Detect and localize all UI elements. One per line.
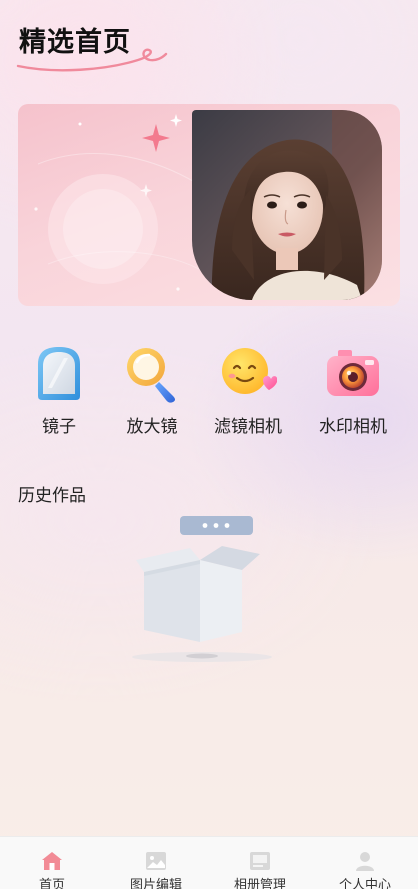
nav-item-home[interactable]: 首页 xyxy=(0,837,104,889)
tool-grid: 镜子 放大镜 滤镜相机 水印相机 xyxy=(0,340,418,440)
user-icon xyxy=(356,852,374,871)
camera-icon xyxy=(327,350,379,396)
nav-label: 个人中心 xyxy=(338,878,391,889)
nav-item-profile[interactable]: 个人中心 xyxy=(313,837,417,889)
bottom-nav: 首页 图片编辑 相册管理 个人中心 xyxy=(0,836,418,889)
banner[interactable] xyxy=(18,104,400,306)
nav-label: 首页 xyxy=(38,878,65,889)
magnifier-icon xyxy=(127,348,175,403)
header: 精选首页 xyxy=(16,14,176,72)
tool-label: 水印相机 xyxy=(319,417,387,437)
home-icon xyxy=(42,852,62,870)
empty-state xyxy=(120,512,290,662)
portrait-illustration xyxy=(192,110,382,300)
nav-item-image-edit[interactable]: 图片编辑 xyxy=(104,837,208,889)
tool-filter-camera[interactable]: 滤镜相机 xyxy=(203,340,293,437)
tool-label: 滤镜相机 xyxy=(214,417,282,437)
tool-mirror[interactable]: 镜子 xyxy=(14,340,104,437)
title-underline-decoration xyxy=(16,48,168,72)
nav-item-album[interactable]: 相册管理 xyxy=(208,837,312,889)
tool-label: 镜子 xyxy=(42,417,76,437)
empty-box-icon xyxy=(132,516,272,662)
banner-decoration xyxy=(34,114,209,291)
mirror-icon xyxy=(38,347,80,400)
album-icon xyxy=(250,852,270,870)
portrait-photo xyxy=(192,110,382,300)
nav-label: 图片编辑 xyxy=(129,878,182,889)
history-section-title: 历史作品 xyxy=(18,486,86,506)
tool-watermark-camera[interactable]: 水印相机 xyxy=(308,340,398,437)
tool-magnifier[interactable]: 放大镜 xyxy=(107,340,197,437)
nav-label: 相册管理 xyxy=(233,878,286,889)
image-icon xyxy=(146,852,166,870)
emoji-filter-icon xyxy=(222,348,277,394)
tool-label: 放大镜 xyxy=(126,417,178,437)
